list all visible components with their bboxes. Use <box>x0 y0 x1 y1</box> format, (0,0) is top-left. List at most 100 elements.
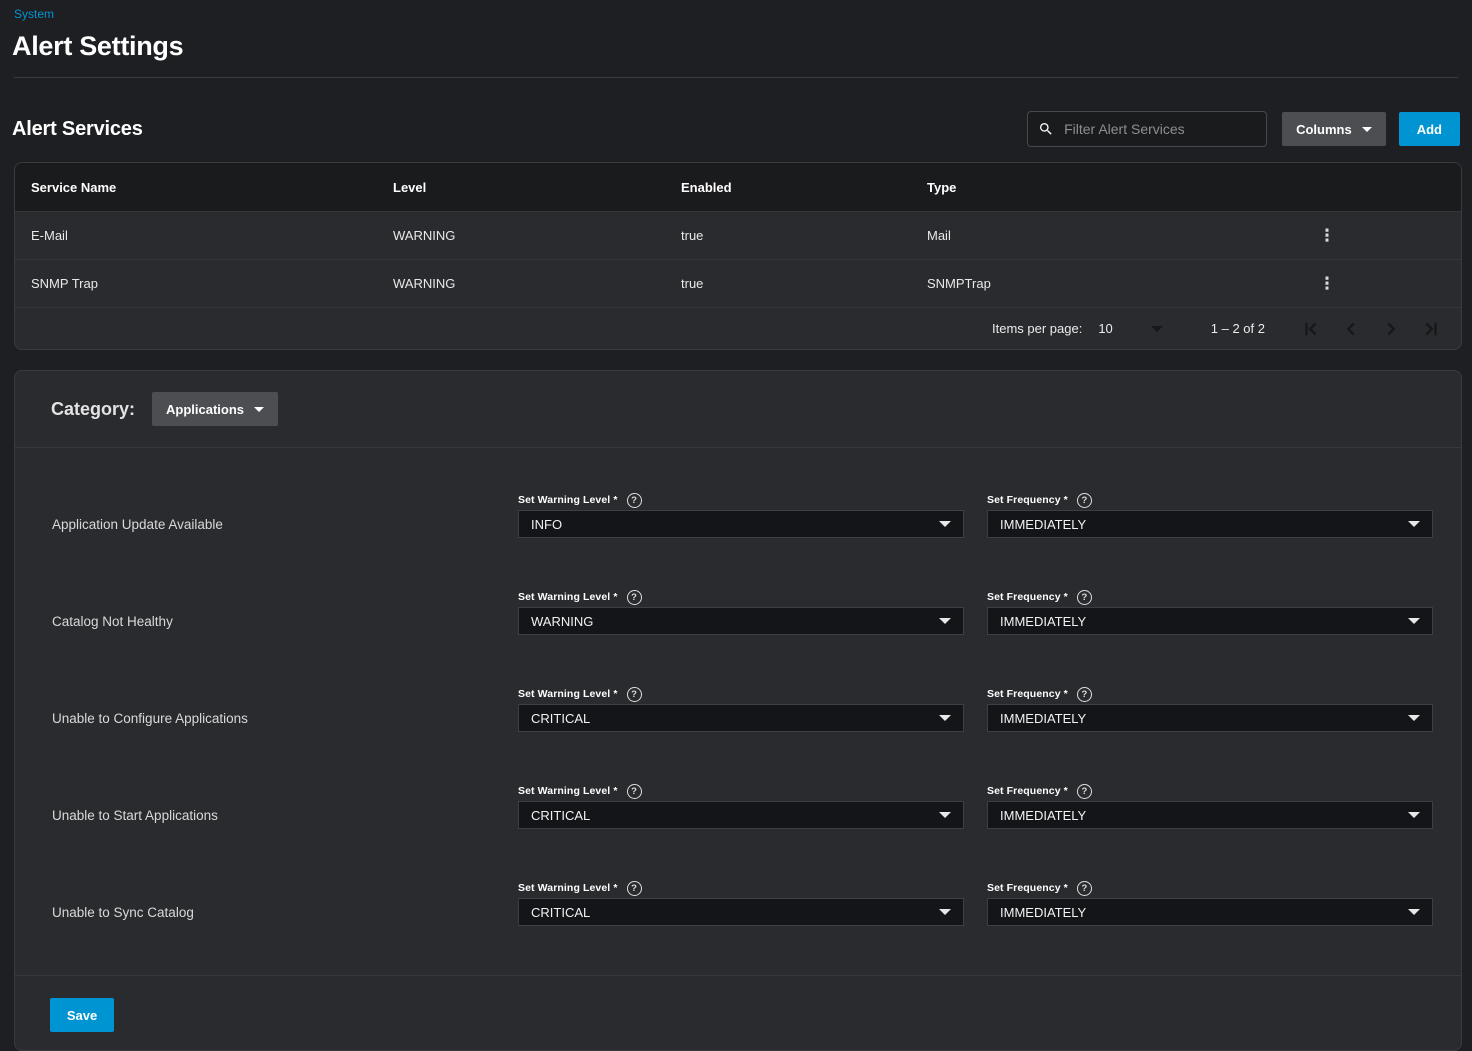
help-icon[interactable]: ? <box>1077 687 1092 702</box>
page-title: Alert Settings <box>12 31 1458 61</box>
help-icon[interactable]: ? <box>1077 784 1092 799</box>
pagination-range: 1 – 2 of 2 <box>1211 321 1265 336</box>
columns-button-label: Columns <box>1296 122 1352 137</box>
alert-name-label: Unable to Configure Applications <box>52 684 518 732</box>
warning-level-select[interactable]: WARNING <box>518 607 964 635</box>
cell-type: SNMPTrap <box>927 276 1305 291</box>
columns-button[interactable]: Columns <box>1282 112 1386 146</box>
frequency-label: Set Frequency * <box>987 688 1068 700</box>
alert-name-label: Unable to Start Applications <box>52 781 518 829</box>
last-page-button[interactable] <box>1411 309 1451 349</box>
breadcrumb-system-link[interactable]: System <box>14 7 54 21</box>
chevron-down-icon <box>939 618 951 624</box>
category-select-button[interactable]: Applications <box>152 392 278 426</box>
cell-enabled: true <box>681 228 927 243</box>
warning-level-field: Set Warning Level * ? CRITICAL <box>518 878 964 926</box>
frequency-label: Set Frequency * <box>987 785 1068 797</box>
frequency-label: Set Frequency * <box>987 591 1068 603</box>
help-icon[interactable]: ? <box>627 687 642 702</box>
warning-level-label: Set Warning Level * <box>518 785 618 797</box>
add-button[interactable]: Add <box>1399 112 1460 146</box>
frequency-field: Set Frequency * ? IMMEDIATELY <box>987 587 1433 635</box>
frequency-value: IMMEDIATELY <box>1000 905 1086 920</box>
warning-level-select[interactable]: INFO <box>518 510 964 538</box>
help-icon[interactable]: ? <box>627 784 642 799</box>
alert-setting-row: Catalog Not Healthy Set Warning Level * … <box>15 587 1461 635</box>
warning-level-label: Set Warning Level * <box>518 494 618 506</box>
warning-level-field: Set Warning Level * ? WARNING <box>518 587 964 635</box>
save-area: Save <box>15 975 1461 1050</box>
cell-level: WARNING <box>393 228 681 243</box>
help-icon[interactable]: ? <box>627 493 642 508</box>
first-page-icon <box>1300 318 1322 340</box>
frequency-select[interactable]: IMMEDIATELY <box>987 704 1433 732</box>
frequency-field: Set Frequency * ? IMMEDIATELY <box>987 490 1433 538</box>
frequency-field: Set Frequency * ? IMMEDIATELY <box>987 781 1433 829</box>
category-card: Category: Applications Application Updat… <box>14 370 1462 1051</box>
category-header: Category: Applications <box>15 371 1461 448</box>
warning-level-select[interactable]: CRITICAL <box>518 801 964 829</box>
warning-level-value: CRITICAL <box>531 711 590 726</box>
frequency-field: Set Frequency * ? IMMEDIATELY <box>987 878 1433 926</box>
warning-level-select[interactable]: CRITICAL <box>518 898 964 926</box>
warning-level-field: Set Warning Level * ? CRITICAL <box>518 684 964 732</box>
alert-setting-row: Unable to Start Applications Set Warning… <box>15 781 1461 829</box>
warning-level-label: Set Warning Level * <box>518 882 618 894</box>
help-icon[interactable]: ? <box>627 881 642 896</box>
frequency-value: IMMEDIATELY <box>1000 711 1086 726</box>
chevron-left-icon <box>1340 318 1362 340</box>
frequency-select[interactable]: IMMEDIATELY <box>987 607 1433 635</box>
warning-level-select[interactable]: CRITICAL <box>518 704 964 732</box>
frequency-select[interactable]: IMMEDIATELY <box>987 898 1433 926</box>
help-icon[interactable]: ? <box>627 590 642 605</box>
row-actions-kebab-icon[interactable]: ⋮ <box>1315 270 1339 298</box>
help-icon[interactable]: ? <box>1077 493 1092 508</box>
alert-name-label: Application Update Available <box>52 490 518 538</box>
previous-page-button[interactable] <box>1331 309 1371 349</box>
chevron-down-icon <box>1408 909 1420 915</box>
col-header-enabled: Enabled <box>681 180 927 195</box>
frequency-value: IMMEDIATELY <box>1000 808 1086 823</box>
items-per-page-select[interactable]: 10 <box>1098 321 1162 336</box>
alert-setting-row: Application Update Available Set Warning… <box>15 490 1461 538</box>
help-icon[interactable]: ? <box>1077 881 1092 896</box>
header-divider <box>14 77 1458 78</box>
col-header-level: Level <box>393 180 681 195</box>
alert-settings-form: Application Update Available Set Warning… <box>15 448 1461 926</box>
next-page-button[interactable] <box>1371 309 1411 349</box>
alert-services-table: Service Name Level Enabled Type E-Mail W… <box>14 162 1462 350</box>
warning-level-field: Set Warning Level * ? CRITICAL <box>518 781 964 829</box>
first-page-button[interactable] <box>1291 309 1331 349</box>
cell-type: Mail <box>927 228 1305 243</box>
chevron-down-icon <box>939 521 951 527</box>
chevron-down-icon <box>1408 521 1420 527</box>
alert-name-label: Unable to Sync Catalog <box>52 878 518 926</box>
warning-level-field: Set Warning Level * ? INFO <box>518 490 964 538</box>
chevron-down-icon <box>1362 127 1372 132</box>
frequency-label: Set Frequency * <box>987 882 1068 894</box>
filter-alert-services-box <box>1027 111 1267 147</box>
add-button-label: Add <box>1417 122 1442 137</box>
row-actions-kebab-icon[interactable]: ⋮ <box>1315 222 1339 250</box>
warning-level-value: INFO <box>531 517 562 532</box>
table-header-row: Service Name Level Enabled Type <box>15 163 1461 211</box>
frequency-select[interactable]: IMMEDIATELY <box>987 801 1433 829</box>
help-icon[interactable]: ? <box>1077 590 1092 605</box>
frequency-value: IMMEDIATELY <box>1000 517 1086 532</box>
chevron-down-icon <box>1408 618 1420 624</box>
filter-alert-services-input[interactable] <box>1062 120 1256 138</box>
alert-setting-row: Unable to Configure Applications Set War… <box>15 684 1461 732</box>
chevron-right-icon <box>1380 318 1402 340</box>
chevron-down-icon <box>939 812 951 818</box>
page-header: System Alert Settings <box>0 0 1472 78</box>
alert-services-heading: Alert Services <box>12 118 1027 141</box>
category-label: Category: <box>51 399 135 420</box>
chevron-down-icon <box>1408 812 1420 818</box>
table-row: SNMP Trap WARNING true SNMPTrap ⋮ <box>15 259 1461 307</box>
frequency-select[interactable]: IMMEDIATELY <box>987 510 1433 538</box>
last-page-icon <box>1420 318 1442 340</box>
warning-level-label: Set Warning Level * <box>518 688 618 700</box>
warning-level-value: CRITICAL <box>531 905 590 920</box>
cell-service-name: SNMP Trap <box>31 276 393 291</box>
items-per-page-label: Items per page: <box>992 321 1082 336</box>
